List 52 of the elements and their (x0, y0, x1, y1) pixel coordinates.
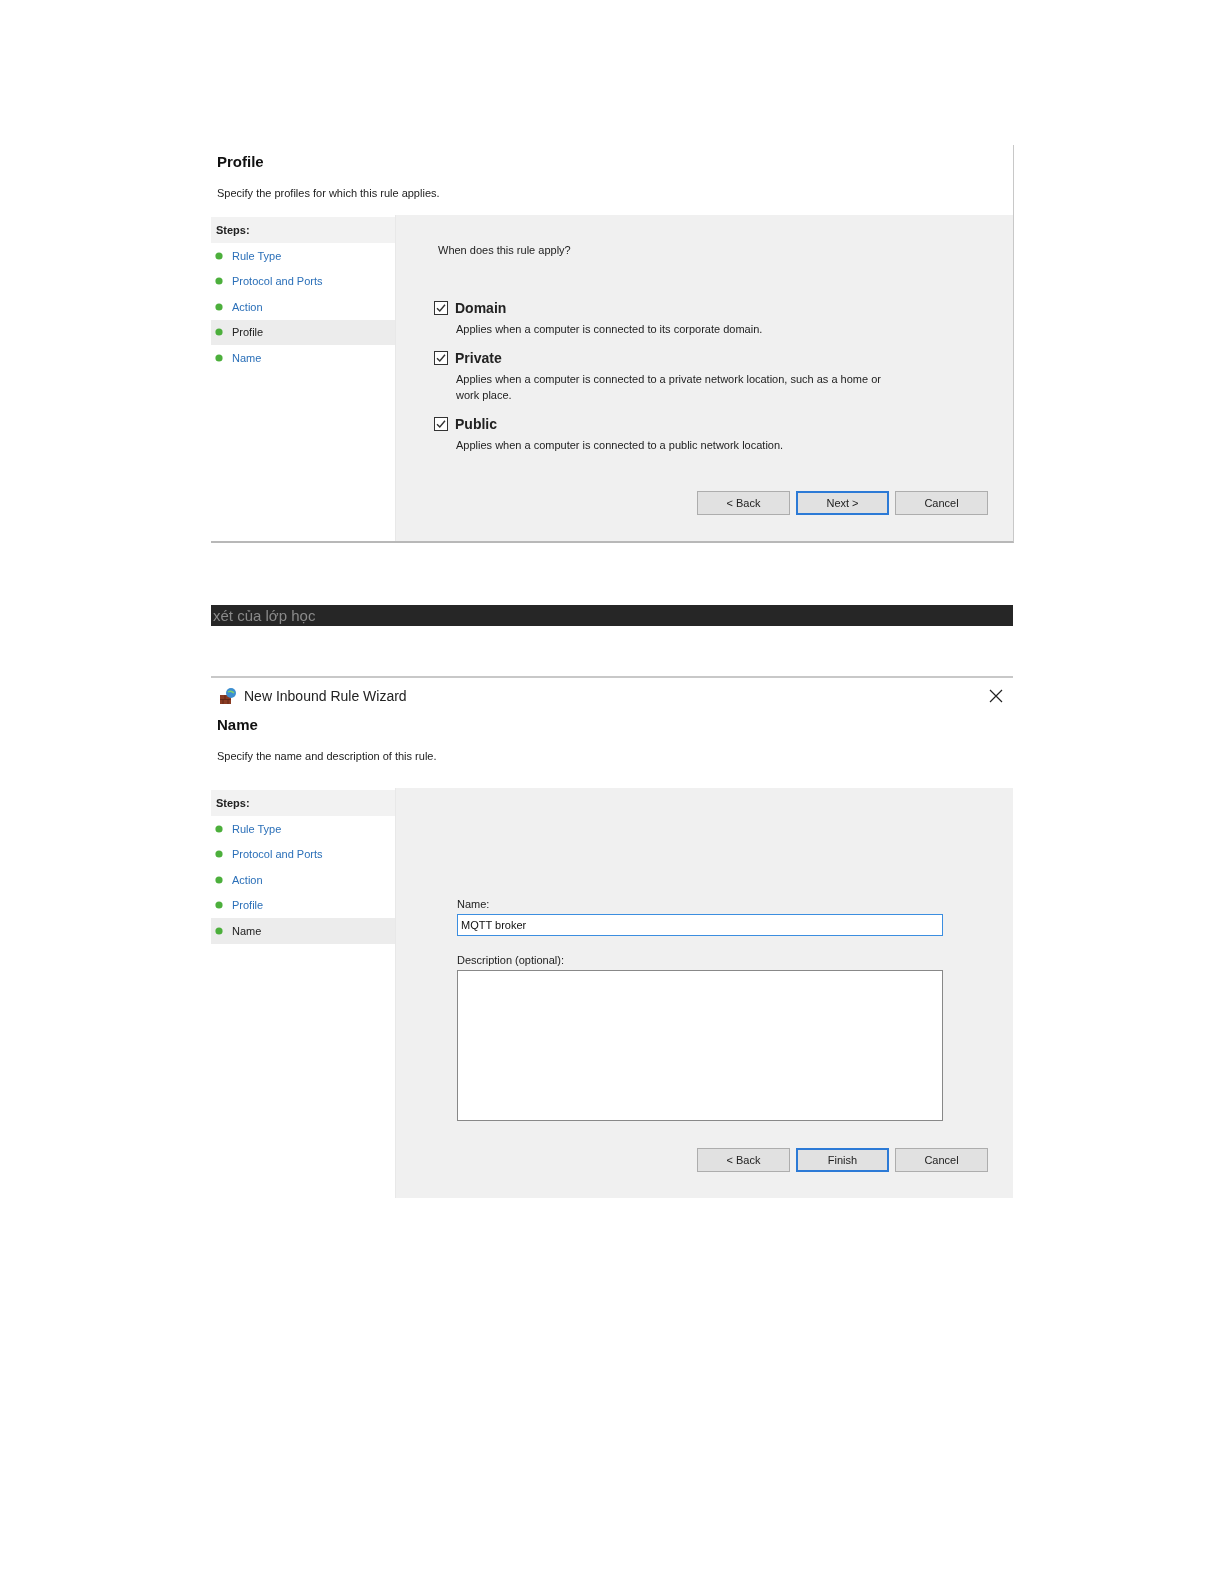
dialog-button[interactable]: Finish (796, 1148, 889, 1172)
description-input[interactable] (457, 970, 943, 1121)
steps-title: Steps: (211, 790, 395, 816)
dialog-button[interactable]: < Back (697, 491, 790, 515)
dot-icon (215, 926, 223, 935)
step-item[interactable]: Profile (211, 319, 395, 345)
option-description: Applies when a computer is connected to a public network location. (456, 438, 785, 453)
step-label: Profile (232, 899, 264, 912)
page-subtitle: Specify the name and description of this rule. (217, 750, 438, 762)
field-label: Description (optional): (457, 954, 565, 966)
dot-icon (215, 328, 223, 337)
steps-title: Steps: (211, 217, 395, 243)
step-label: Profile (232, 326, 264, 339)
step-label: Action (232, 873, 263, 886)
banner-text: xét của lớp học (212, 607, 316, 624)
option-label: Private (455, 350, 502, 366)
dialog-button[interactable]: Cancel (895, 491, 988, 515)
step-item[interactable]: Name (211, 918, 395, 944)
dialog-button[interactable]: < Back (697, 1148, 790, 1172)
step-label: Rule Type (232, 249, 282, 262)
option-label: Domain (455, 300, 507, 316)
window-title: New Inbound Rule Wizard (244, 688, 408, 704)
step-label: Action (232, 300, 263, 313)
dot-icon (215, 824, 223, 833)
dot-icon (215, 875, 223, 884)
name-input[interactable]: MQTT broker (457, 914, 943, 936)
close-button[interactable] (987, 687, 1005, 705)
checkbox[interactable] (434, 351, 448, 365)
option-label: Public (455, 416, 497, 432)
step-label: Rule Type (232, 822, 282, 835)
field-label: Name: (457, 898, 491, 910)
step-label: Name (232, 351, 262, 364)
option-description: Applies when a computer is connected to its corporate domain. (456, 322, 764, 337)
page-heading: Profile (217, 153, 265, 170)
wall-globe-icon (219, 687, 237, 705)
dialog-button[interactable]: Next > (796, 491, 889, 515)
dot-icon (215, 353, 223, 362)
option-description: Applies when a computer is connected to a private network location, such as a home or work place. (456, 372, 882, 403)
step-label: Name (232, 924, 262, 937)
dot-icon (215, 901, 223, 910)
step-label: Protocol and Ports (232, 275, 323, 288)
page-heading: Name (217, 716, 259, 733)
dot-icon (215, 277, 223, 286)
dot-icon (215, 251, 223, 260)
checkbox[interactable] (434, 301, 448, 315)
dialog-button[interactable]: Cancel (895, 1148, 988, 1172)
page-subtitle: Specify the profiles for which this rule applies. (217, 187, 441, 199)
dot-icon (215, 850, 223, 859)
dot-icon (215, 302, 223, 311)
checkbox[interactable] (434, 417, 448, 431)
step-label: Protocol and Ports (232, 848, 323, 861)
question-text: When does this rule apply? (438, 244, 572, 256)
